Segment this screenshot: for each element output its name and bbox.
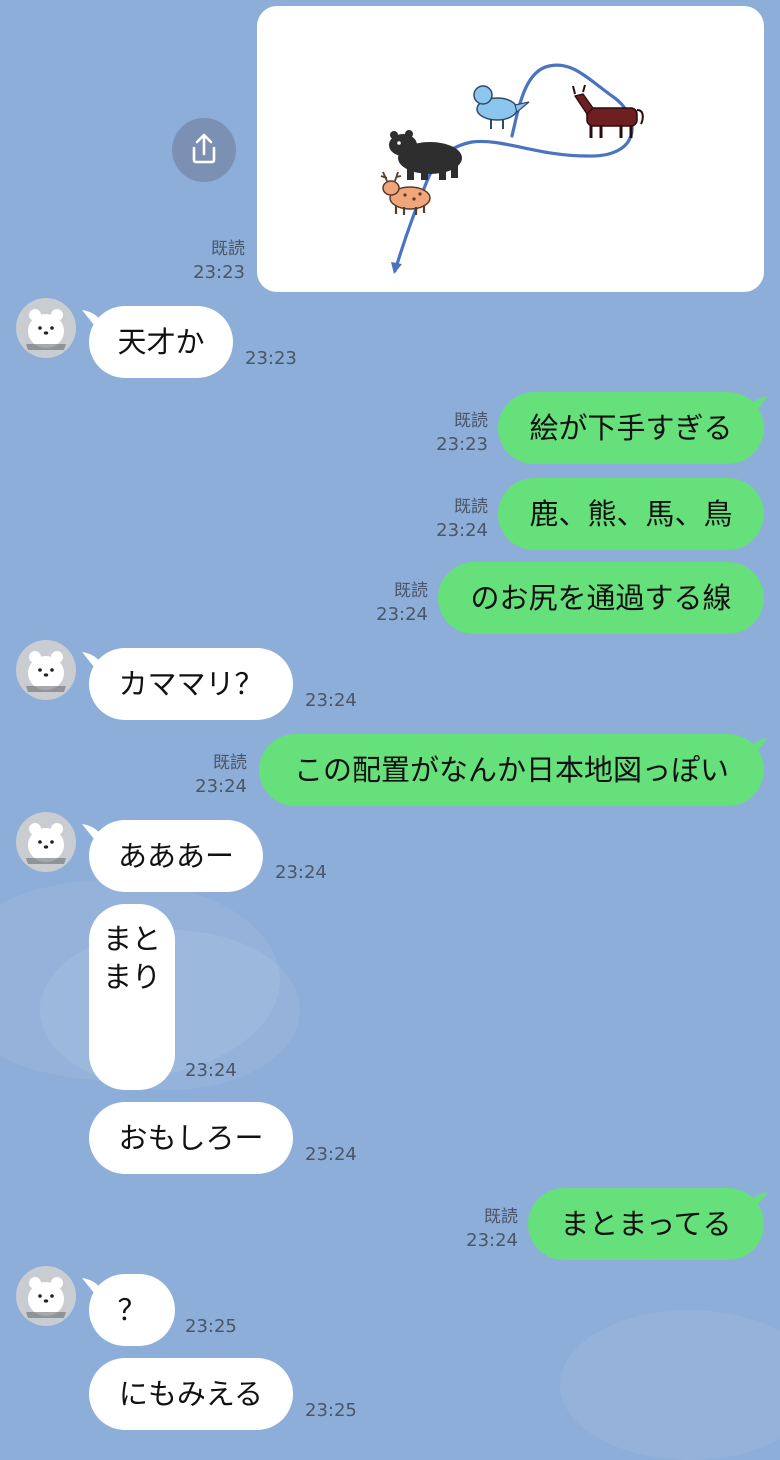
timestamp: 23:23 — [436, 434, 488, 455]
share-icon — [192, 133, 216, 164]
message-status: 既読 23:24 — [376, 580, 428, 626]
timestamp: 23:24 — [275, 862, 327, 883]
message-bubble[interactable]: ？ — [89, 1274, 175, 1346]
message-bubble[interactable]: おもしろー — [89, 1102, 293, 1174]
message-status: 既読 23:23 — [193, 238, 245, 284]
message-bubble[interactable]: 絵が下手すぎる — [498, 392, 764, 464]
timestamp: 23:24 — [185, 1060, 237, 1081]
avatar[interactable] — [16, 812, 76, 872]
read-receipt: 既読 — [213, 753, 247, 773]
timestamp: 23:24 — [466, 1230, 518, 1251]
message-bubble[interactable]: カママリ？ — [89, 648, 293, 720]
avatar[interactable] — [16, 298, 76, 358]
message-bubble[interactable]: にもみえる — [89, 1358, 293, 1430]
message-bubble[interactable]: この配置がなんか日本地図っぽい — [259, 734, 764, 806]
message-bubble[interactable]: 鹿、熊、馬、鳥 — [498, 478, 764, 550]
timestamp: 23:23 — [193, 262, 245, 283]
image-message[interactable] — [257, 6, 764, 292]
message-status: 既読 23:24 — [466, 1206, 518, 1252]
timestamp: 23:24 — [376, 604, 428, 625]
message-status: 既読 23:24 — [436, 496, 488, 542]
message-status: 既読 23:24 — [195, 752, 247, 798]
message-bubble[interactable]: 天才か — [89, 306, 233, 378]
animal-drawing-image — [380, 63, 644, 274]
polar-bear-avatar-icon — [26, 823, 66, 864]
read-receipt: 既読 — [484, 1207, 518, 1227]
read-receipt: 既読 — [454, 411, 488, 431]
avatar[interactable] — [16, 640, 76, 700]
avatar[interactable] — [16, 1266, 76, 1326]
read-receipt: 既読 — [454, 497, 488, 517]
polar-bear-avatar-icon — [26, 651, 66, 692]
timestamp: 23:24 — [305, 690, 357, 711]
timestamp: 23:25 — [185, 1316, 237, 1337]
polar-bear-avatar-icon — [26, 1277, 66, 1318]
message-bubble[interactable]: まとまってる — [528, 1188, 764, 1260]
message-status: 既読 23:23 — [436, 410, 488, 456]
timestamp: 23:25 — [305, 1400, 357, 1421]
message-bubble[interactable]: まとまり — [89, 904, 175, 1090]
bird-drawing — [473, 85, 530, 129]
read-receipt: 既読 — [394, 581, 428, 601]
share-button[interactable] — [172, 118, 236, 182]
read-receipt: 既読 — [211, 239, 245, 259]
timestamp: 23:24 — [436, 520, 488, 541]
message-bubble[interactable]: のお尻を通過する線 — [438, 562, 764, 634]
timestamp: 23:24 — [195, 776, 247, 797]
timestamp: 23:23 — [245, 348, 297, 369]
polar-bear-avatar-icon — [26, 309, 66, 350]
message-bubble[interactable]: あああー — [89, 820, 263, 892]
timestamp: 23:24 — [305, 1144, 357, 1165]
bear-drawing — [389, 130, 462, 180]
